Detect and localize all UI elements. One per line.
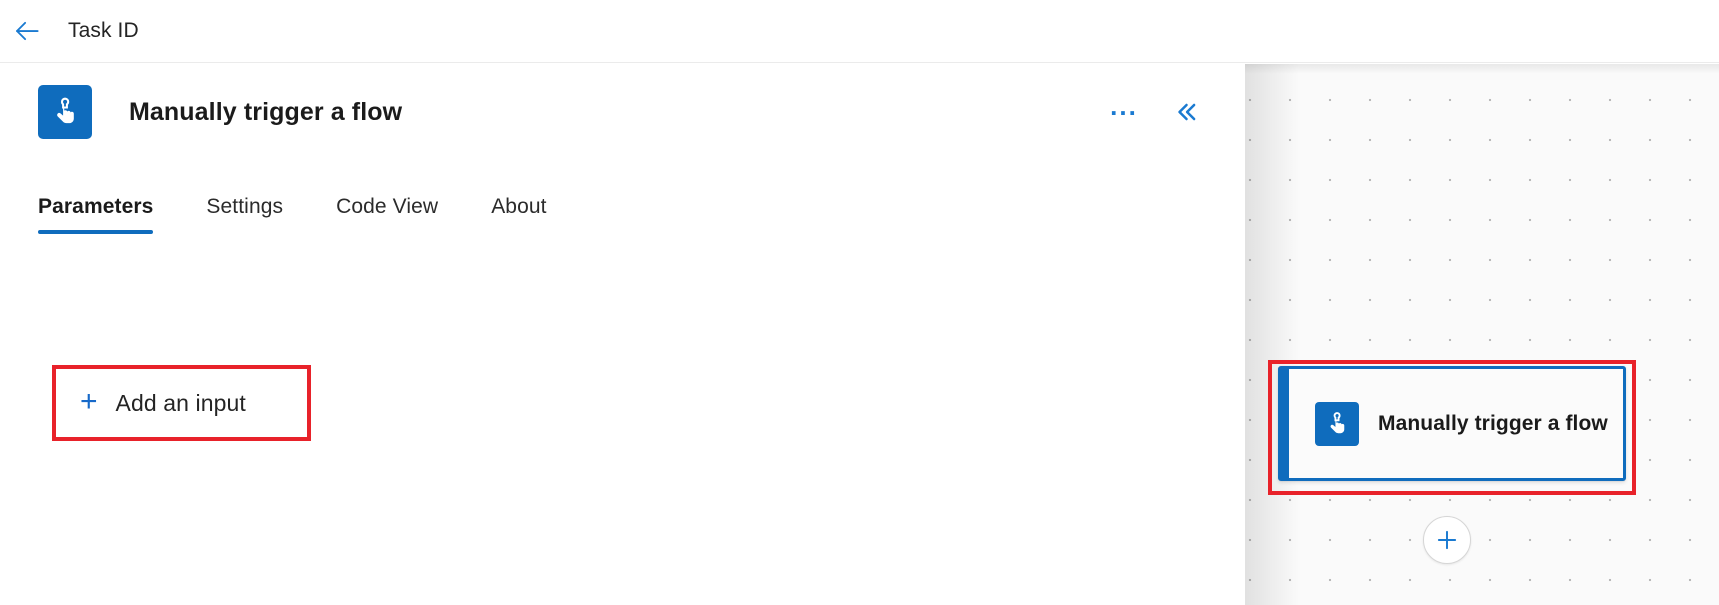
panel-header: Manually trigger a flow ... [0, 64, 1245, 160]
plus-icon: + [80, 385, 98, 418]
panel-tabs: Parameters Settings Code View About [0, 186, 1245, 234]
flow-node-manual-trigger[interactable]: Manually trigger a flow [1278, 366, 1626, 481]
manual-trigger-tap-icon [38, 85, 92, 139]
manual-trigger-tap-icon [1315, 401, 1359, 446]
plus-icon [1434, 527, 1460, 553]
tab-about[interactable]: About [491, 194, 546, 234]
panel-header-actions: ... [1107, 91, 1221, 129]
tab-parameters[interactable]: Parameters [38, 194, 154, 234]
add-an-input-button[interactable]: + Add an input [62, 375, 301, 431]
panel-title: Manually trigger a flow [129, 98, 403, 126]
back-button[interactable] [4, 8, 50, 54]
chevron-double-left-icon [1173, 99, 1199, 125]
canvas-left-shadow [1245, 64, 1299, 605]
collapse-panel-button[interactable] [1169, 95, 1203, 129]
tab-settings[interactable]: Settings [206, 194, 283, 234]
arrow-left-icon [12, 16, 42, 46]
page-title: Task ID [68, 19, 139, 42]
tab-code-view[interactable]: Code View [336, 194, 438, 234]
flow-node-title: Manually trigger a flow [1378, 412, 1608, 435]
add-an-input-label: Add an input [115, 390, 246, 416]
trigger-details-panel: Manually trigger a flow ... Parameters S… [0, 64, 1245, 605]
add-node-button[interactable] [1423, 516, 1471, 564]
more-actions-button[interactable]: ... [1107, 91, 1141, 129]
top-bar: Task ID [0, 0, 1719, 63]
flow-canvas[interactable]: Manually trigger a flow [1245, 64, 1719, 605]
canvas-top-shadow [1245, 64, 1719, 74]
ellipsis-icon: ... [1110, 91, 1138, 121]
